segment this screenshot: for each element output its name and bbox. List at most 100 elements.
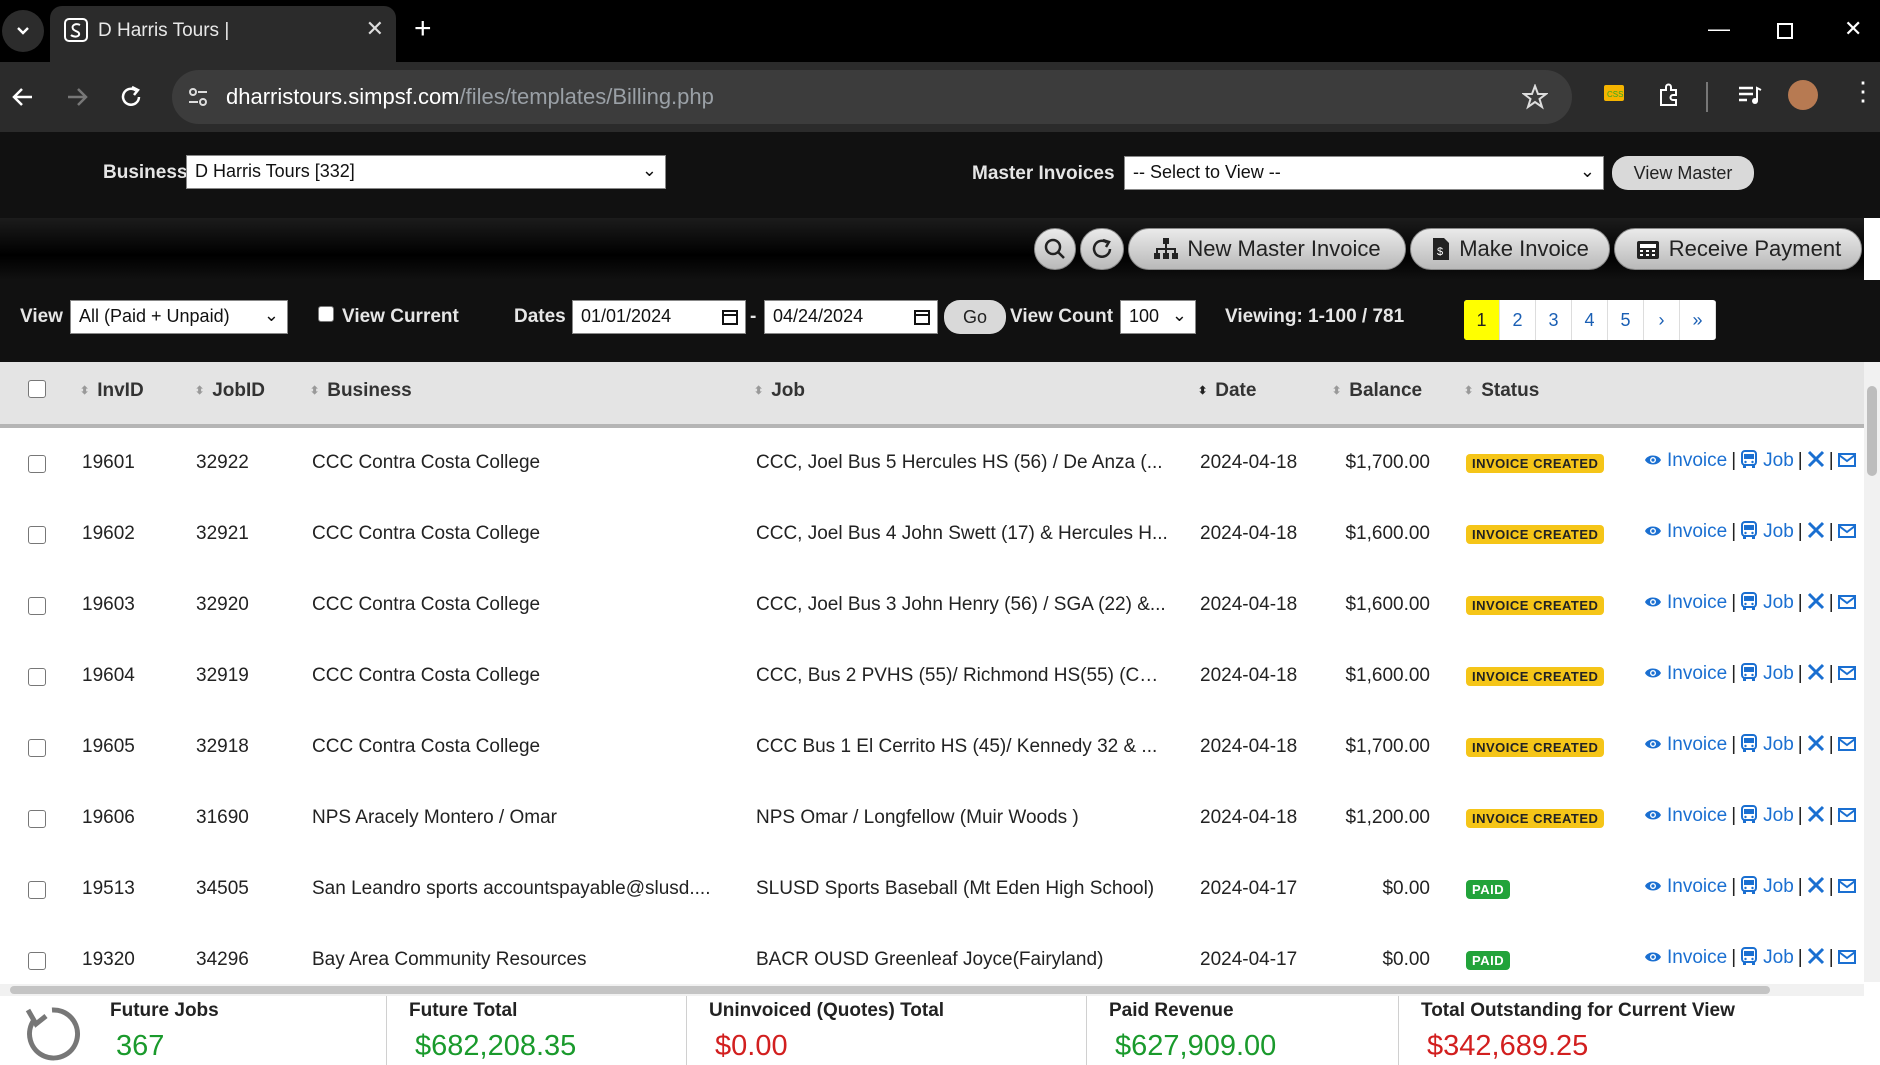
receive-payment-button[interactable]: Receive Payment xyxy=(1614,228,1862,270)
email-link[interactable] xyxy=(1837,947,1856,968)
invoice-link[interactable]: Invoice xyxy=(1644,947,1727,968)
page-link[interactable]: » xyxy=(1680,300,1716,340)
vertical-scrollbar[interactable] xyxy=(1864,362,1880,982)
back-icon[interactable] xyxy=(10,84,36,110)
row-checkbox[interactable] xyxy=(28,597,46,615)
site-info-icon[interactable] xyxy=(186,85,210,109)
stat-title: Uninvoiced (Quotes) Total xyxy=(709,1000,945,1021)
edit-tools-link[interactable] xyxy=(1807,663,1825,684)
date-from-input[interactable]: 01/01/2024 xyxy=(572,300,746,334)
row-checkbox[interactable] xyxy=(28,455,46,473)
invoice-link[interactable]: Invoice xyxy=(1644,876,1727,897)
job-link[interactable]: Job xyxy=(1740,876,1794,897)
vertical-scrollbar-thumb[interactable] xyxy=(1867,386,1877,476)
column-header-jobid[interactable]: ⬍ JobID xyxy=(195,380,265,402)
go-button[interactable]: Go xyxy=(944,300,1006,334)
email-link[interactable] xyxy=(1837,663,1856,684)
edit-tools-link[interactable] xyxy=(1807,947,1825,968)
job-link[interactable]: Job xyxy=(1740,521,1794,542)
email-link[interactable] xyxy=(1837,450,1856,471)
css-extension-icon[interactable]: CSS xyxy=(1602,82,1626,106)
cell-jobid: 34296 xyxy=(196,949,249,970)
new-master-invoice-button[interactable]: New Master Invoice xyxy=(1128,228,1406,270)
maximize-icon[interactable] xyxy=(1776,22,1794,40)
row-checkbox[interactable] xyxy=(28,668,46,686)
edit-tools-link[interactable] xyxy=(1807,876,1825,897)
view-master-button[interactable]: View Master xyxy=(1612,156,1754,190)
calendar-icon[interactable] xyxy=(721,308,739,326)
business-select[interactable]: D Harris Tours [332] ⌄ xyxy=(186,155,666,189)
new-tab-icon[interactable]: + xyxy=(414,14,432,44)
calendar-icon[interactable] xyxy=(913,308,931,326)
date-to-input[interactable]: 04/24/2024 xyxy=(764,300,938,334)
address-bar[interactable]: dharristours.simpsf.com/files/templates/… xyxy=(172,70,1572,124)
invoice-link[interactable]: Invoice xyxy=(1644,805,1727,826)
horizontal-scrollbar[interactable] xyxy=(0,984,1864,996)
tab-close-icon[interactable]: ✕ xyxy=(366,16,384,42)
invoice-link[interactable]: Invoice xyxy=(1644,450,1727,471)
email-link[interactable] xyxy=(1837,805,1856,826)
email-link[interactable] xyxy=(1837,521,1856,542)
column-header-business[interactable]: ⬍ Business xyxy=(310,380,412,402)
job-link[interactable]: Job xyxy=(1740,805,1794,826)
invoice-link[interactable]: Invoice xyxy=(1644,592,1727,613)
page-link[interactable]: › xyxy=(1644,300,1680,340)
edit-tools-link[interactable] xyxy=(1807,592,1825,613)
view-select[interactable]: All (Paid + Unpaid) ⌄ xyxy=(70,300,288,334)
column-header-balance[interactable]: ⬍ Balance xyxy=(1332,380,1422,402)
extensions-puzzle-icon[interactable] xyxy=(1656,82,1682,108)
refresh-totals-icon[interactable] xyxy=(18,1002,88,1064)
view-count-select[interactable]: 100 ⌄ xyxy=(1120,300,1196,334)
edit-tools-link[interactable] xyxy=(1807,805,1825,826)
row-checkbox[interactable] xyxy=(28,810,46,828)
invoice-link[interactable]: Invoice xyxy=(1644,521,1727,542)
search-button[interactable] xyxy=(1034,228,1076,270)
page-link[interactable]: 2 xyxy=(1500,300,1536,340)
browser-menu-icon[interactable]: ⋮ xyxy=(1850,78,1876,104)
media-control-icon[interactable] xyxy=(1736,82,1762,108)
forward-icon[interactable] xyxy=(64,84,90,110)
row-checkbox[interactable] xyxy=(28,526,46,544)
page-link[interactable]: 4 xyxy=(1572,300,1608,340)
reload-icon[interactable] xyxy=(118,84,144,110)
column-header-date[interactable]: ⬍ Date xyxy=(1198,380,1256,402)
email-link[interactable] xyxy=(1837,734,1856,755)
edit-tools-link[interactable] xyxy=(1807,450,1825,471)
page-link[interactable]: 1 xyxy=(1464,300,1500,340)
edit-tools-link[interactable] xyxy=(1807,734,1825,755)
select-all-checkbox[interactable] xyxy=(28,380,46,398)
master-invoices-select[interactable]: -- Select to View -- ⌄ xyxy=(1124,156,1604,190)
browser-tab-active[interactable]: D Harris Tours | ✕ xyxy=(50,6,396,62)
view-current-checkbox[interactable] xyxy=(318,306,334,322)
row-checkbox[interactable] xyxy=(28,739,46,757)
row-checkbox[interactable] xyxy=(28,881,46,899)
make-invoice-button[interactable]: $ Make Invoice xyxy=(1410,228,1610,270)
horizontal-scrollbar-thumb[interactable] xyxy=(10,986,1770,994)
row-checkbox[interactable] xyxy=(28,952,46,970)
cell-business: CCC Contra Costa College xyxy=(312,452,541,473)
job-link[interactable]: Job xyxy=(1740,663,1794,684)
close-window-icon[interactable]: ✕ xyxy=(1844,16,1862,42)
edit-tools-link[interactable] xyxy=(1807,521,1825,542)
profile-avatar[interactable] xyxy=(1788,80,1818,110)
browser-toolbar: dharristours.simpsf.com/files/templates/… xyxy=(0,62,1880,132)
email-link[interactable] xyxy=(1837,876,1856,897)
page-link[interactable]: 3 xyxy=(1536,300,1572,340)
tab-search-button[interactable] xyxy=(2,10,44,52)
email-link[interactable] xyxy=(1837,592,1856,613)
view-count-value: 100 xyxy=(1129,306,1160,326)
column-header-invid[interactable]: ⬍ InvID xyxy=(80,380,144,402)
job-link[interactable]: Job xyxy=(1740,734,1794,755)
job-link[interactable]: Job xyxy=(1740,592,1794,613)
minimize-icon[interactable]: — xyxy=(1708,16,1730,42)
invoice-link[interactable]: Invoice xyxy=(1644,734,1727,755)
column-header-job[interactable]: ⬍ Job xyxy=(754,380,805,402)
column-header-status[interactable]: ⬍ Status xyxy=(1464,380,1539,402)
stat-paid-revenue: Paid Revenue $627,909.00 xyxy=(1086,996,1399,1065)
bookmark-star-icon[interactable] xyxy=(1522,84,1548,110)
job-link[interactable]: Job xyxy=(1740,450,1794,471)
refresh-button[interactable] xyxy=(1080,228,1124,270)
invoice-link[interactable]: Invoice xyxy=(1644,663,1727,684)
page-link[interactable]: 5 xyxy=(1608,300,1644,340)
job-link[interactable]: Job xyxy=(1740,947,1794,968)
